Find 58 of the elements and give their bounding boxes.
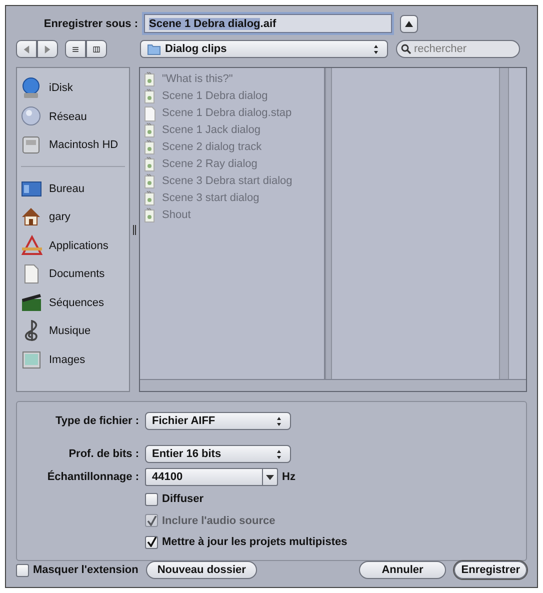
- back-button[interactable]: [16, 40, 37, 58]
- unit-label: Hz: [282, 470, 296, 485]
- expand-button[interactable]: [400, 14, 418, 33]
- filename-field[interactable]: Scene 1 Debra dialog.aif: [144, 14, 392, 34]
- dropdown-arrow-icon: [266, 474, 274, 480]
- sidebar-item[interactable]: Musique: [21, 317, 129, 346]
- sample-rate-combo[interactable]: 44100: [145, 468, 278, 486]
- audio-file-icon: [144, 122, 156, 139]
- field-label: Prof. de bits :: [68, 446, 140, 462]
- forward-button[interactable]: [37, 40, 58, 58]
- audio-file-icon: [144, 72, 156, 88]
- sidebar-item[interactable]: Images: [21, 346, 129, 374]
- audio-file-icon: [144, 208, 156, 224]
- search-icon: [401, 44, 411, 54]
- updown-arrows-icon: [274, 416, 284, 426]
- sidebar-item[interactable]: Documents: [21, 260, 129, 289]
- sidebar-item[interactable]: Bureau: [21, 174, 129, 204]
- splitter-handle-icon: [133, 224, 136, 235]
- sidebar-item[interactable]: Applications: [21, 232, 129, 260]
- sidebar-item[interactable]: Macintosh HD: [21, 131, 129, 160]
- updown-arrows-icon: [371, 44, 381, 55]
- field-label: Enregistrer sous :: [42, 16, 139, 32]
- column-view-icon: [93, 44, 100, 55]
- sidebar-item[interactable]: Séquences: [21, 288, 129, 318]
- compass-ruler-icon: [21, 234, 43, 257]
- column-view-button[interactable]: [86, 40, 107, 58]
- field-label: Type de fichier :: [54, 414, 140, 429]
- audio-file-icon: [144, 140, 156, 156]
- document-icon: [144, 106, 156, 122]
- hide-extension-checkbox[interactable]: Masquer l'extension: [16, 562, 138, 578]
- field-label: Échantillonnage :: [46, 469, 140, 485]
- audio-file-icon: [144, 190, 156, 207]
- updown-arrows-icon: [274, 448, 284, 460]
- audio-file-icon: [144, 156, 156, 173]
- globe-icon: [21, 106, 43, 128]
- option-checkbox[interactable]: Mettre à jour les projets multipistes: [145, 534, 348, 550]
- cancel-button[interactable]: Annuler: [358, 561, 446, 579]
- back-arrow-icon: [23, 44, 30, 54]
- house-icon: [21, 206, 43, 228]
- save-button[interactable]: Enregistrer: [454, 561, 527, 579]
- triangle-up-icon: [405, 20, 413, 27]
- sidebar-item[interactable]: gary: [21, 203, 129, 232]
- checkmark-icon: [146, 516, 156, 526]
- list-view-button[interactable]: [65, 40, 86, 58]
- checkmark-icon: [146, 537, 156, 548]
- new-folder-button[interactable]: Nouveau dossier: [146, 561, 257, 579]
- format-popup[interactable]: Entier 16 bits: [145, 445, 291, 463]
- forward-arrow-icon: [44, 44, 51, 54]
- audio-file-icon: [144, 174, 156, 190]
- sidebar-item[interactable]: Réseau: [21, 102, 129, 132]
- folder-popup[interactable]: Dialog clips: [140, 40, 388, 58]
- option-checkbox[interactable]: Diffuser: [145, 491, 204, 508]
- picture-frame-icon: [21, 348, 43, 371]
- audio-file-icon: [144, 88, 156, 105]
- sidebar-item[interactable]: iDisk: [21, 74, 129, 103]
- format-popup[interactable]: Fichier AIFF: [145, 412, 291, 430]
- clapperboard-icon: [21, 292, 43, 314]
- folder-icon: [147, 43, 161, 56]
